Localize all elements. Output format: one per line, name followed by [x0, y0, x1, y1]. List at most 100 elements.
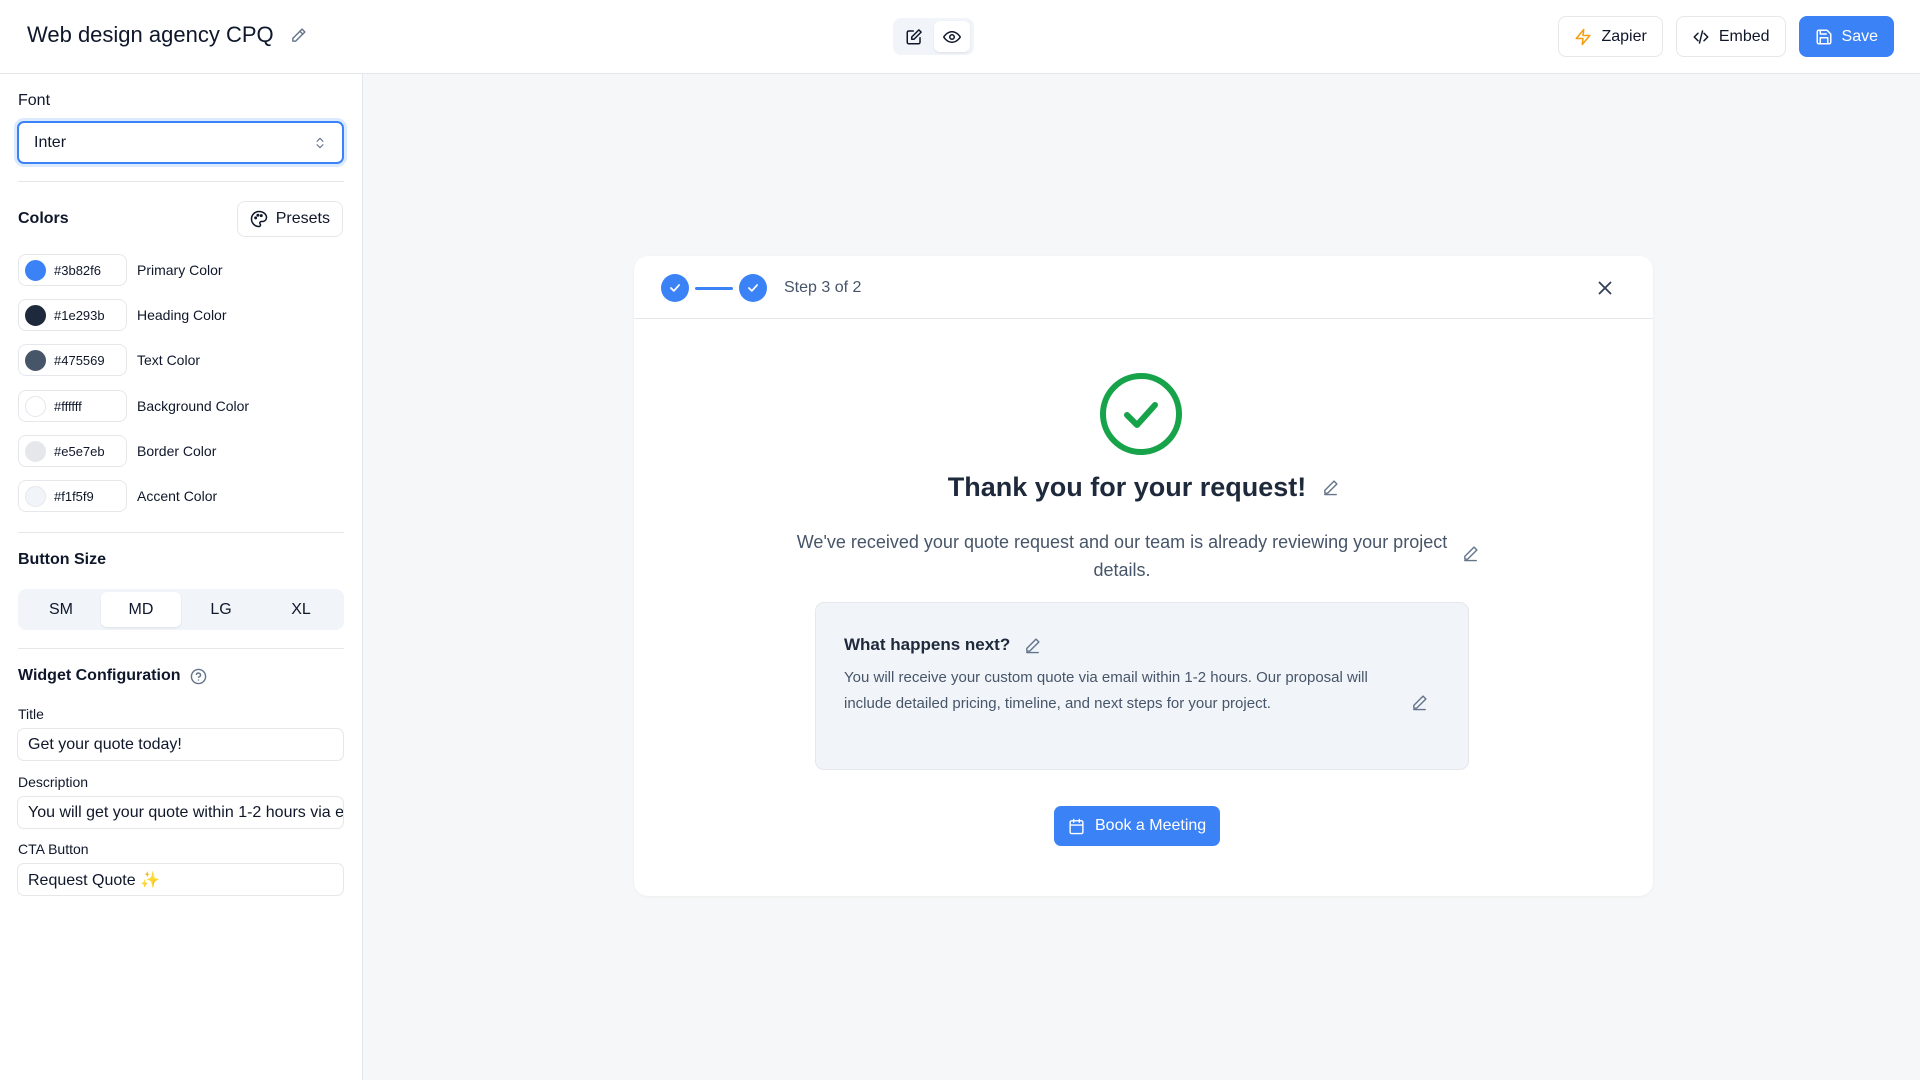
font-label: Font	[18, 92, 51, 109]
color-swatch	[25, 349, 46, 371]
color-swatch	[25, 395, 46, 417]
next-steps-title-row: What happens next?	[844, 635, 1041, 655]
pencil-icon[interactable]	[1322, 479, 1339, 496]
color-picker-text[interactable]: #475569	[18, 344, 127, 376]
size-option-xl[interactable]: XL	[261, 592, 341, 627]
color-swatch	[25, 485, 46, 507]
card-header: Step 3 of 2	[634, 256, 1653, 319]
size-option-sm[interactable]: SM	[21, 592, 101, 627]
next-steps-box: What happens next? You will receive your…	[815, 602, 1469, 770]
app-title-group: Web design agency CPQ	[27, 22, 310, 48]
color-picker-primary[interactable]: #3b82f6	[18, 254, 127, 286]
step-counter: Step 3 of 2	[784, 279, 862, 296]
embed-button[interactable]: Embed	[1675, 16, 1786, 57]
step-indicator: Step 3 of 2	[661, 274, 861, 302]
color-hex: #3b82f6	[54, 262, 101, 278]
button-size-selector: SM MD LG XL	[18, 589, 344, 630]
save-button[interactable]: Save	[1798, 16, 1894, 57]
next-steps-body: You will receive your custom quote via e…	[844, 669, 1368, 712]
color-swatch	[25, 259, 46, 281]
color-hex: #f1f5f9	[54, 488, 94, 504]
widget-config-title: Widget Configuration	[18, 667, 181, 684]
calendar-icon	[1068, 818, 1085, 835]
color-row-heading: #1e293b Heading Color	[18, 299, 227, 331]
check-icon	[746, 281, 760, 295]
color-name: Border Color	[137, 443, 217, 459]
pencil-icon[interactable]	[1462, 545, 1479, 562]
close-icon	[1594, 277, 1616, 299]
divider	[18, 532, 344, 533]
color-row-background: #ffffff Background Color	[18, 390, 249, 422]
color-row-border: #e5e7eb Border Color	[18, 435, 216, 467]
thank-you-heading: Thank you for your request!	[947, 472, 1307, 502]
edit-square-icon	[905, 28, 923, 46]
color-name: Text Color	[137, 352, 201, 368]
font-select-value: Inter	[34, 133, 67, 151]
size-option-md[interactable]: MD	[101, 592, 181, 627]
eye-icon	[943, 28, 961, 46]
color-picker-accent[interactable]: #f1f5f9	[18, 480, 127, 512]
top-actions: Zapier Embed Save	[1558, 16, 1894, 57]
book-meeting-label: Book a Meeting	[1095, 817, 1207, 834]
save-icon	[1815, 28, 1833, 46]
title-input[interactable]: Get your quote today!	[17, 728, 344, 761]
help-circle-icon[interactable]	[190, 668, 207, 685]
color-hex: #475569	[54, 352, 105, 368]
thank-you-subtext: We've received your quote request and ou…	[796, 532, 1448, 580]
button-size-title: Button Size	[18, 551, 106, 568]
divider	[18, 648, 344, 649]
success-check-icon	[1099, 372, 1183, 456]
color-swatch	[25, 304, 46, 326]
zapier-button[interactable]: Zapier	[1558, 16, 1663, 57]
page-title: Web design agency CPQ	[27, 22, 274, 47]
step-complete-dot	[739, 274, 767, 302]
title-field-label: Title	[18, 706, 44, 722]
embed-label: Embed	[1718, 27, 1770, 45]
close-button[interactable]	[1594, 277, 1616, 299]
color-swatch	[25, 440, 46, 462]
save-label: Save	[1841, 27, 1878, 45]
color-name: Primary Color	[137, 262, 223, 278]
widget-preview-card: Step 3 of 2 Thank you for your request! …	[634, 256, 1653, 896]
lightning-icon	[1574, 28, 1592, 46]
color-name: Accent Color	[137, 488, 218, 504]
presets-button[interactable]: Presets	[236, 201, 343, 237]
edit-mode-button[interactable]	[896, 21, 932, 52]
mode-toggle	[893, 18, 974, 55]
size-option-lg[interactable]: LG	[181, 592, 261, 627]
color-picker-border[interactable]: #e5e7eb	[18, 435, 127, 467]
zapier-label: Zapier	[1601, 27, 1647, 45]
color-row-accent: #f1f5f9 Accent Color	[18, 480, 217, 512]
book-meeting-button[interactable]: Book a Meeting	[1054, 806, 1221, 846]
widget-config-header: Widget Configuration	[18, 667, 207, 685]
color-name: Heading Color	[137, 307, 227, 323]
top-bar: Web design agency CPQ Zapier Embed Save	[0, 0, 1920, 74]
code-icon	[1692, 28, 1710, 46]
palette-icon	[250, 210, 268, 228]
cta-input[interactable]: Request Quote ✨	[17, 863, 344, 896]
presets-label: Presets	[275, 210, 330, 227]
pencil-icon[interactable]	[288, 24, 310, 46]
check-icon	[668, 281, 682, 295]
font-select[interactable]: Inter	[17, 121, 344, 164]
color-row-primary: #3b82f6 Primary Color	[18, 254, 223, 286]
description-field-label: Description	[18, 774, 89, 790]
color-hex: #1e293b	[54, 307, 105, 323]
color-name: Background Color	[137, 398, 250, 414]
cta-field-label: CTA Button	[18, 841, 89, 857]
color-picker-background[interactable]: #ffffff	[18, 390, 127, 422]
chevron-updown-icon	[313, 135, 327, 151]
color-row-text: #475569 Text Color	[18, 344, 200, 376]
color-picker-heading[interactable]: #1e293b	[18, 299, 127, 331]
pencil-icon[interactable]	[1024, 637, 1041, 654]
pencil-icon[interactable]	[1411, 694, 1428, 711]
colors-title: Colors	[18, 210, 69, 227]
next-steps-title: What happens next?	[844, 635, 1011, 654]
preview-canvas: Step 3 of 2 Thank you for your request! …	[363, 74, 1920, 1080]
thank-you-heading-row: Thank you for your request!	[634, 472, 1653, 503]
step-complete-dot	[661, 274, 689, 302]
color-hex: #e5e7eb	[54, 443, 105, 459]
description-input[interactable]: You will get your quote within 1-2 hours…	[17, 796, 344, 829]
divider	[18, 181, 344, 182]
preview-mode-button[interactable]	[934, 21, 970, 52]
